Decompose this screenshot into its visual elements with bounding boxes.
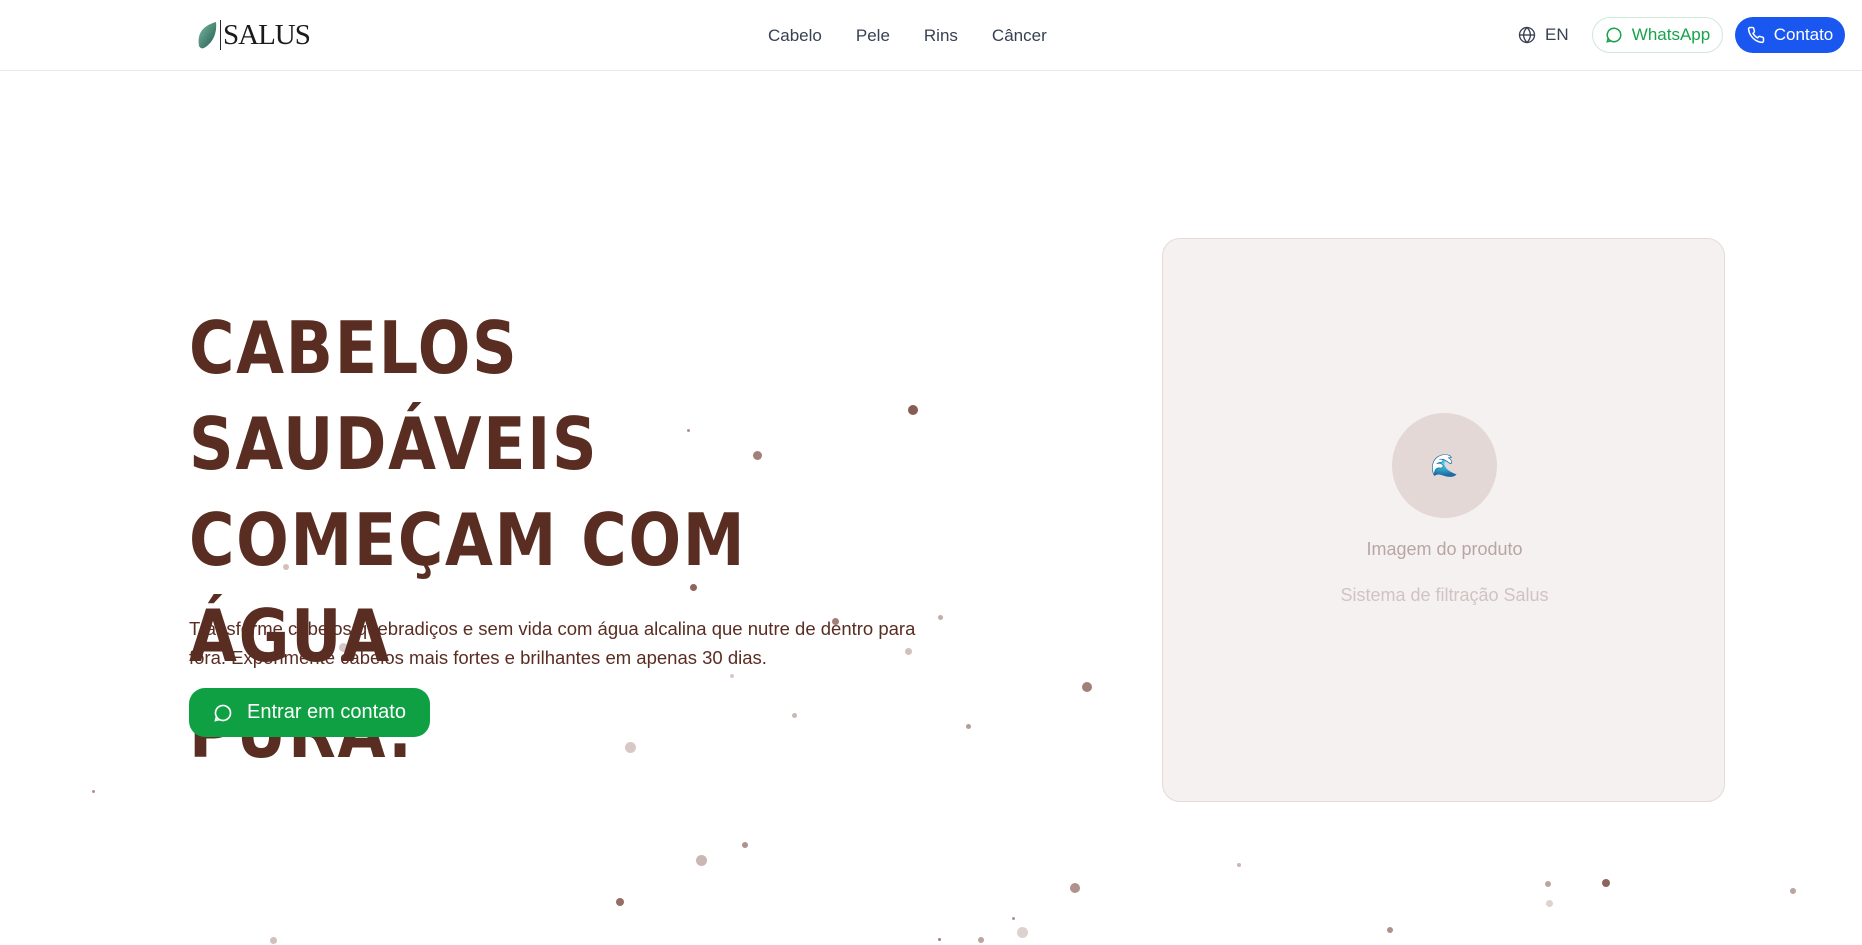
particle-dot (1011, 916, 1015, 920)
particle-dot (1545, 881, 1551, 887)
chat-bubble-icon (1606, 27, 1622, 43)
particle-dot (908, 405, 918, 415)
particle-dot (1602, 879, 1610, 887)
particle-dot (269, 936, 277, 944)
phone-icon (1747, 26, 1764, 44)
site-header: SALUS Cabelo Pele Rins Câncer EN WhatsAp… (0, 0, 1862, 71)
logo-divider (220, 20, 221, 50)
whatsapp-label: WhatsApp (1631, 25, 1711, 44)
particle-dot (1790, 888, 1796, 894)
product-image-subtitle: Sistema de filtração Salus (1340, 585, 1549, 605)
globe-icon (1518, 26, 1536, 44)
language-label: EN (1545, 25, 1569, 44)
particle-dot (965, 723, 971, 729)
brand-name: SALUS (223, 19, 311, 51)
water-wave-icon: 🌊 (1392, 413, 1497, 518)
product-image-card: 🌊 Imagem do produto Sistema de filtração… (1162, 238, 1725, 802)
particle-dot (937, 937, 941, 941)
hero-title-line: CABELOS SAUDÁVEIS (189, 306, 599, 486)
particle-dot (1016, 926, 1028, 938)
contact-label: Contato (1773, 25, 1834, 44)
leaf-icon (198, 22, 217, 49)
product-image-title: Imagem do produto (1366, 539, 1523, 559)
hero-description: Transforme cabelos quebradiços e sem vid… (189, 618, 916, 668)
particle-dot (616, 898, 624, 906)
contact-button[interactable]: Contato (1735, 17, 1845, 53)
particle-dot (1387, 927, 1393, 933)
particle-dot (978, 937, 984, 943)
particle-dot (742, 842, 748, 848)
language-switcher[interactable]: EN (1518, 22, 1569, 48)
cta-label: Entrar em contato (247, 701, 406, 723)
particle-dot (1237, 863, 1241, 867)
whatsapp-button[interactable]: WhatsApp (1592, 17, 1723, 53)
particle-dot (1082, 682, 1092, 692)
particle-dot (1070, 883, 1080, 893)
nav-link-cabelo[interactable]: Cabelo (768, 26, 822, 46)
main-nav: Cabelo Pele Rins Câncer (768, 0, 1081, 71)
particle-dot (695, 854, 707, 866)
nav-link-rins[interactable]: Rins (924, 26, 958, 46)
nav-link-pele[interactable]: Pele (856, 26, 890, 46)
chat-bubble-icon (214, 704, 232, 722)
salus-logo[interactable]: SALUS (196, 19, 311, 51)
contact-cta-button[interactable]: Entrar em contato (189, 688, 430, 737)
nav-link-cancer[interactable]: Câncer (992, 26, 1047, 46)
particle-dot (91, 789, 95, 793)
particle-dot (1545, 899, 1553, 907)
